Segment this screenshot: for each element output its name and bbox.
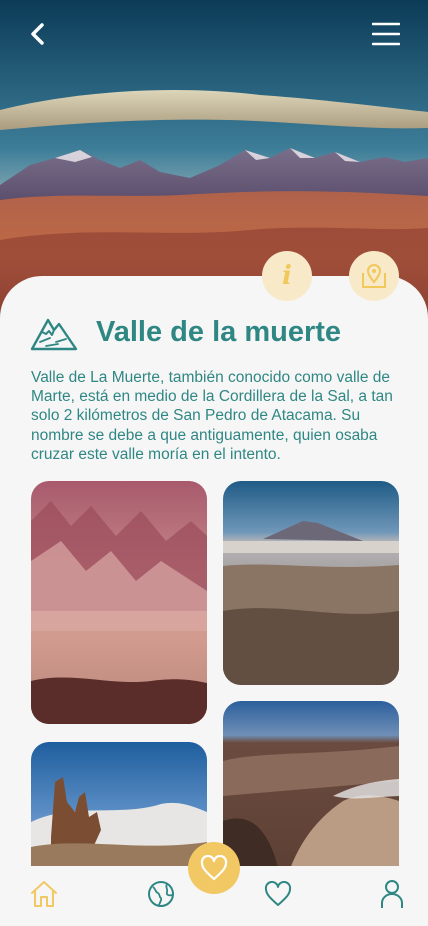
desert-volcano-photo[interactable] [223, 481, 399, 685]
nav-home[interactable] [28, 878, 60, 910]
profile-icon [381, 880, 403, 908]
map-pin-icon [362, 264, 386, 288]
globe-icon [148, 881, 174, 907]
add-favorite-button[interactable] [188, 842, 240, 894]
nav-profile[interactable] [376, 878, 408, 910]
title-row: Valle de la muerte [30, 312, 341, 352]
desert-ridges-photo[interactable] [31, 481, 207, 724]
back-button[interactable] [22, 18, 54, 50]
map-button[interactable] [349, 251, 399, 301]
info-button[interactable]: i [262, 251, 312, 301]
hamburger-menu-icon [372, 22, 400, 46]
menu-button[interactable] [370, 18, 402, 50]
chevron-left-icon [31, 23, 44, 45]
place-description: Valle de La Muerte, también conocido com… [31, 369, 393, 463]
favorites-icon [264, 881, 292, 906]
mountain-icon [30, 318, 78, 351]
heart-icon [200, 855, 228, 881]
nav-explore[interactable] [145, 878, 177, 910]
home-icon [31, 881, 57, 907]
canyon-valley-photo[interactable] [223, 701, 399, 891]
nav-favorites[interactable] [262, 878, 294, 910]
info-icon: i [282, 261, 292, 291]
page-title: Valle de la muerte [96, 315, 342, 348]
